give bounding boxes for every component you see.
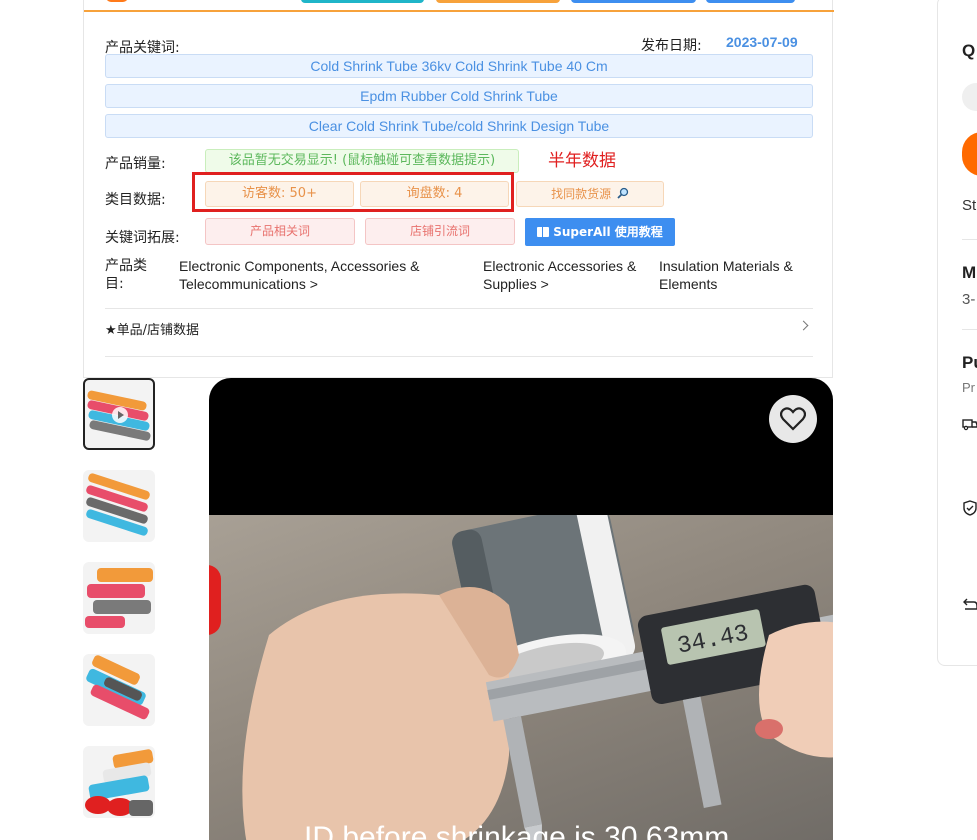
- divider: [962, 329, 977, 330]
- divider: [962, 239, 977, 240]
- panel-accent-line: [84, 10, 834, 12]
- keyword-chip[interactable]: Clear Cold Shrink Tube/cold Shrink Desig…: [105, 114, 813, 138]
- moq-range: 3-: [962, 291, 976, 308]
- publish-date-label: 发布日期:: [641, 38, 702, 54]
- product-video-player[interactable]: 34.43 ID before shrinkage is 30.63mm: [209, 378, 833, 840]
- book-icon: [537, 227, 550, 237]
- tutorial-label: SuperAll 使用教程: [553, 225, 663, 239]
- brand-logo-tab: [106, 0, 128, 2]
- find-same-source-button[interactable]: 找同款货源: [516, 181, 664, 207]
- keyword-expand-label: 关键词拓展:: [105, 230, 180, 246]
- return-icon: [963, 598, 977, 610]
- category-link[interactable]: Electronic Accessories & Supplies >: [483, 257, 653, 293]
- category-data-label: 类目数据:: [105, 192, 166, 208]
- publish-date-value: 2023-07-09: [726, 34, 798, 50]
- thumbnail-video[interactable]: [83, 378, 155, 450]
- play-icon: [112, 407, 128, 423]
- thumbnail-image[interactable]: [83, 562, 155, 634]
- category-link[interactable]: Insulation Materials & Elements: [659, 257, 809, 293]
- quantity-stepper[interactable]: [962, 83, 977, 111]
- store-traffic-words-button[interactable]: 店铺引流词: [365, 218, 515, 245]
- top-tab-orange[interactable]: [436, 0, 560, 3]
- purchase-heading: Pu: [962, 353, 977, 372]
- store-text: St: [962, 197, 977, 214]
- top-tab-blue[interactable]: [571, 0, 696, 3]
- top-tab-blue-2[interactable]: [706, 0, 795, 3]
- buy-button[interactable]: [962, 132, 977, 176]
- sales-label: 产品销量:: [105, 156, 166, 172]
- keyword-chip[interactable]: Cold Shrink Tube 36kv Cold Shrink Tube 4…: [105, 54, 813, 78]
- product-photo: 34.43: [209, 515, 833, 840]
- store-data-label: ★单品/店铺数据: [105, 323, 200, 338]
- moq-heading: M: [962, 263, 977, 282]
- quantity-heading: Q: [962, 41, 976, 60]
- highlight-frame: [192, 172, 514, 212]
- category-label: 产品类目:: [105, 258, 147, 292]
- chevron-right-icon: [798, 320, 809, 331]
- product-data-panel: 产品关键词: 发布日期: 2023-07-09 Cold Shrink Tube…: [83, 0, 834, 378]
- protection-text: Pr: [962, 380, 975, 395]
- shield-icon: [963, 500, 977, 516]
- product-scene: 34.43: [209, 515, 833, 840]
- thumbnail-image[interactable]: [83, 470, 155, 542]
- thumbnail-image[interactable]: [83, 746, 155, 818]
- favorite-button[interactable]: [769, 395, 817, 443]
- category-link[interactable]: Electronic Components, Accessories & Tel…: [179, 257, 469, 293]
- top-tab-teal[interactable]: [301, 0, 424, 3]
- half-year-annotation: 半年数据: [548, 151, 616, 171]
- keyword-chip[interactable]: Epdm Rubber Cold Shrink Tube: [105, 84, 813, 108]
- sales-notice-badge[interactable]: 该品暂无交易显示! (鼠标触碰可查看数据提示): [205, 149, 519, 173]
- search-icon: [617, 187, 629, 199]
- tutorial-button[interactable]: SuperAll 使用教程: [525, 218, 675, 246]
- truck-icon: [962, 419, 977, 431]
- find-same-label: 找同款货源: [551, 187, 612, 201]
- divider: [105, 308, 813, 309]
- thumbnail-image[interactable]: [83, 654, 155, 726]
- video-caption: ID before shrinkage is 30.63mm: [304, 821, 730, 840]
- related-words-button[interactable]: 产品相关词: [205, 218, 355, 245]
- divider: [105, 356, 813, 357]
- purchase-panel: Q St M 3- Pu Pr: [937, 0, 977, 666]
- heart-icon: [779, 407, 807, 431]
- store-data-row[interactable]: ★单品/店铺数据: [105, 319, 813, 338]
